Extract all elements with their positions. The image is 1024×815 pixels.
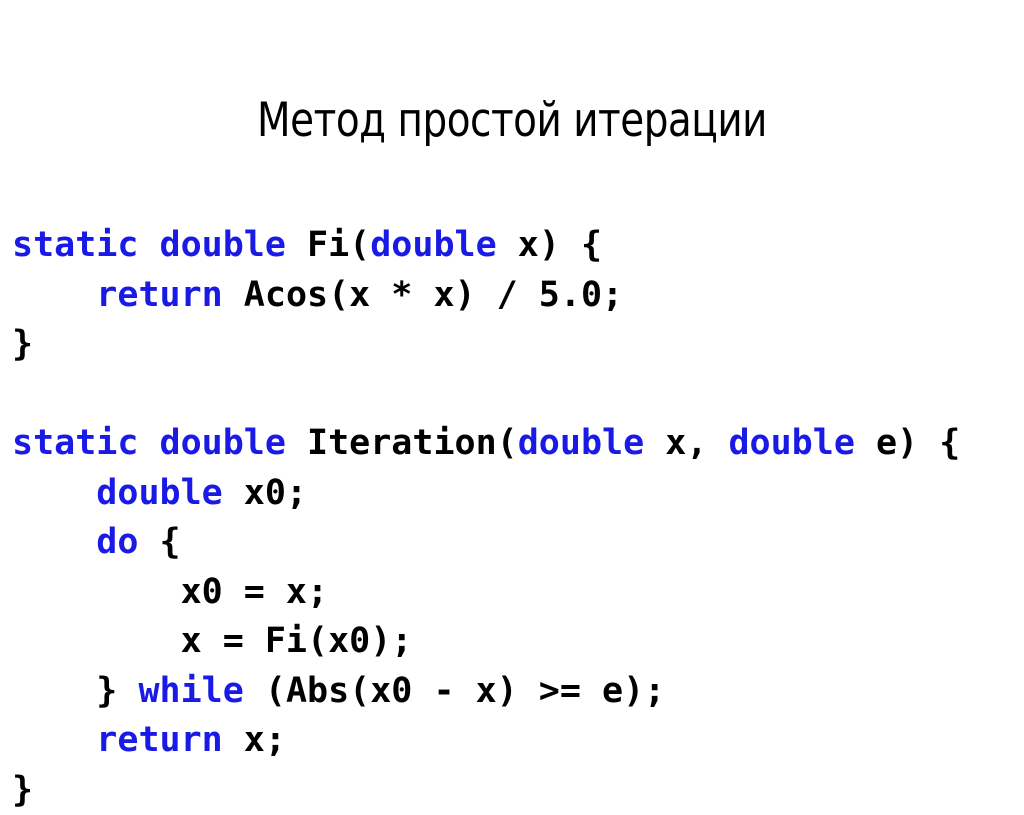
code-line: } bbox=[12, 320, 1024, 370]
code-text bbox=[12, 275, 96, 315]
code-text: x0; bbox=[223, 473, 307, 513]
code-keyword: double bbox=[518, 423, 644, 463]
code-line: do { bbox=[12, 518, 1024, 568]
slide-canvas: Метод простой итерации static double Fi(… bbox=[0, 0, 1024, 767]
code-text bbox=[12, 720, 96, 760]
code-keyword: return bbox=[96, 275, 222, 315]
code-text: x) { bbox=[497, 225, 602, 265]
code-line bbox=[12, 370, 1024, 420]
code-text: Acos(x * x) / 5.0; bbox=[223, 275, 623, 315]
code-keyword: do bbox=[96, 522, 138, 562]
code-line: return x; bbox=[12, 716, 1024, 766]
code-line: static double Fi(double x) { bbox=[12, 221, 1024, 271]
code-keyword: double bbox=[370, 225, 496, 265]
code-line: x0 = x; bbox=[12, 568, 1024, 618]
code-text bbox=[12, 522, 96, 562]
code-line: return Acos(x * x) / 5.0; bbox=[12, 271, 1024, 321]
code-text: } bbox=[12, 770, 33, 810]
code-line: } while (Abs(x0 - x) >= e); bbox=[12, 667, 1024, 717]
code-keyword: static double bbox=[12, 423, 307, 463]
code-text: } bbox=[12, 324, 33, 364]
code-text: { bbox=[138, 522, 180, 562]
page-title: Метод простой итерации bbox=[41, 93, 983, 149]
code-text: x; bbox=[223, 720, 286, 760]
code-line: } bbox=[12, 766, 1024, 815]
code-keyword: static double bbox=[12, 225, 307, 265]
code-keyword: double bbox=[96, 473, 222, 513]
code-block: static double Fi(double x) { return Acos… bbox=[12, 221, 1024, 815]
code-keyword: while bbox=[138, 671, 243, 711]
code-text: x, bbox=[644, 423, 728, 463]
code-line: x = Fi(x0); bbox=[12, 617, 1024, 667]
code-text: (Abs(x0 - x) >= e); bbox=[244, 671, 665, 711]
code-text: Iteration( bbox=[307, 423, 518, 463]
code-text: e) { bbox=[855, 423, 960, 463]
code-text: x = Fi(x0); bbox=[12, 621, 412, 661]
code-text: Fi( bbox=[307, 225, 370, 265]
code-text: } bbox=[12, 671, 138, 711]
code-line: static double Iteration(double x, double… bbox=[12, 419, 1024, 469]
code-line: double x0; bbox=[12, 469, 1024, 519]
code-text: x0 = x; bbox=[12, 572, 328, 612]
code-text bbox=[12, 473, 96, 513]
code-keyword: double bbox=[728, 423, 854, 463]
code-keyword: return bbox=[96, 720, 222, 760]
